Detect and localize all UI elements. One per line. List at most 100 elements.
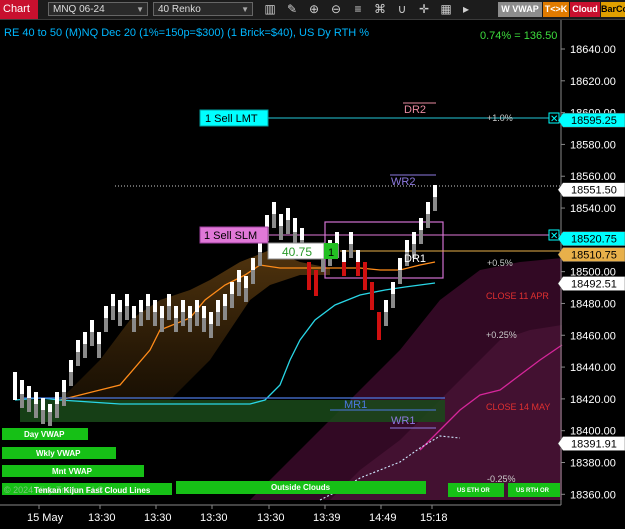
day-vwap-button[interactable]: Day VWAP <box>2 428 88 440</box>
price-tag-sell-slm: 18520.75 <box>557 231 625 246</box>
price-tag-last-value: 18551.50 <box>571 185 617 197</box>
svg-text:✕: ✕ <box>550 114 558 125</box>
x-tick-label: 13:39 <box>313 512 341 524</box>
renko-brick <box>405 240 409 254</box>
renko-brick <box>349 244 353 258</box>
svg-text:US ETH OR: US ETH OR <box>457 488 490 494</box>
renko-brick <box>62 392 66 406</box>
renko-brick <box>125 306 129 320</box>
chart-header: RE 40 to 50 (M)NQ Dec 20 (1%=150p=$300) … <box>4 27 369 39</box>
x-tick-label: 15 May <box>27 512 64 524</box>
y-tick-label: 18640.00 <box>570 44 616 56</box>
wkly-vwap-button[interactable]: Wkly VWAP <box>2 447 116 459</box>
y-tick-label: 18380.00 <box>570 457 616 469</box>
renko-brick <box>34 392 38 406</box>
price-tag-vwap-value: 18391.91 <box>571 439 617 451</box>
sell-lmt-order-label: 1 Sell LMT <box>205 113 258 125</box>
price-tag-current: 18492.51 <box>557 276 625 291</box>
sell-slm-order-label: 1 Sell SLM <box>204 230 257 242</box>
renko-brick <box>433 185 437 199</box>
copyright-label: © 2024 NinjaTrader, LLC <box>4 485 104 495</box>
renko-brick <box>251 258 255 272</box>
close-11-apr-label: CLOSE 11 APR <box>486 291 549 301</box>
mr1-label: MR1 <box>344 399 367 411</box>
mnt-vwap-button[interactable]: Mnt VWAP <box>2 465 144 477</box>
x-tick-label: 15:18 <box>420 512 448 524</box>
renko-brick <box>300 228 304 242</box>
us-eth-or-button[interactable]: US ETH OR <box>448 483 504 497</box>
renko-brick <box>90 320 94 334</box>
renko-brick <box>398 270 402 284</box>
svg-text:US RTH OR: US RTH OR <box>516 488 550 494</box>
renko-brick <box>55 392 59 406</box>
renko-brick <box>83 344 87 358</box>
renko-brick <box>167 294 171 308</box>
renko-brick <box>55 404 59 418</box>
renko-brick <box>209 324 213 338</box>
renko-brick <box>174 306 178 320</box>
renko-brick <box>41 398 45 412</box>
renko-brick <box>307 276 311 290</box>
renko-brick <box>195 300 199 314</box>
renko-brick <box>69 360 73 374</box>
renko-brick <box>433 197 437 211</box>
price-tag-last: 18551.50 <box>557 182 625 197</box>
y-axis[interactable]: 18640.0018620.0018600.0018580.0018560.00… <box>561 44 616 501</box>
renko-brick <box>132 306 136 320</box>
x-axis[interactable]: 15 May 13:30 13:30 13:30 13:30 13:39 14:49 15:1… <box>27 505 448 524</box>
renko-brick <box>160 318 164 332</box>
svg-text:✕: ✕ <box>550 231 558 242</box>
renko-brick <box>230 282 234 296</box>
x-tick-label: 14:49 <box>369 512 397 524</box>
renko-brick <box>356 250 360 264</box>
renko-brick <box>244 288 248 302</box>
renko-brick <box>139 312 143 326</box>
renko-brick <box>104 318 108 332</box>
renko-brick <box>69 372 73 386</box>
renko-brick <box>426 202 430 216</box>
position-qty: 1 <box>328 247 334 259</box>
price-tag-vwap: 18391.91 <box>557 436 625 451</box>
renko-brick <box>384 312 388 326</box>
renko-brick <box>293 218 297 232</box>
renko-brick <box>153 300 157 314</box>
renko-brick <box>244 276 248 290</box>
y-tick-label: 18460.00 <box>570 330 616 342</box>
renko-brick <box>363 262 367 276</box>
renko-brick <box>181 312 185 326</box>
renko-brick <box>377 326 381 340</box>
x-tick-label: 13:30 <box>144 512 172 524</box>
us-rth-or-button[interactable]: US RTH OR <box>508 483 560 497</box>
renko-brick <box>118 300 122 314</box>
renko-brick <box>307 262 311 276</box>
price-tag-entry: 18510.75 <box>557 247 625 262</box>
renko-brick <box>342 262 346 276</box>
renko-brick <box>237 282 241 296</box>
renko-brick <box>279 226 283 240</box>
y-tick-label: 18400.00 <box>570 426 616 438</box>
renko-brick <box>209 312 213 326</box>
renko-brick <box>76 340 80 354</box>
renko-brick <box>104 306 108 320</box>
position-tag[interactable]: 40.75 1 <box>267 242 338 260</box>
price-chart[interactable]: 1 Sell LMT ✕ 1 Sell SLM ✕ 40.75 1 DR2 WR… <box>0 0 625 529</box>
renko-brick <box>321 258 325 272</box>
renko-brick <box>391 282 395 296</box>
position-pnl: 40.75 <box>282 245 312 259</box>
renko-brick <box>188 318 192 332</box>
price-tag-entry-value: 18510.75 <box>571 250 617 262</box>
renko-brick <box>181 300 185 314</box>
outside-clouds-button[interactable]: Outside Clouds <box>176 481 426 494</box>
renko-brick <box>377 312 381 326</box>
y-tick-label: 18420.00 <box>570 394 616 406</box>
renko-brick <box>97 344 101 358</box>
renko-brick <box>48 412 52 426</box>
renko-brick <box>62 380 66 394</box>
renko-brick <box>167 306 171 320</box>
renko-brick <box>349 232 353 246</box>
renko-brick <box>27 398 31 412</box>
renko-brick <box>132 318 136 332</box>
renko-brick <box>286 220 290 234</box>
renko-brick <box>384 300 388 314</box>
svg-text:Mnt VWAP: Mnt VWAP <box>52 467 93 476</box>
